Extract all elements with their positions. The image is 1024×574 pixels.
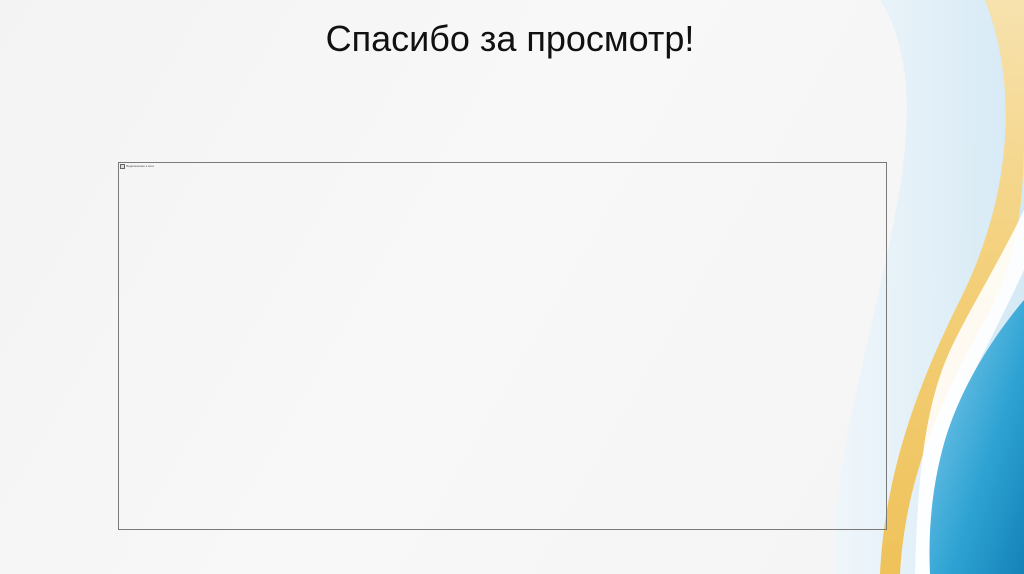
broken-image: Подключение к сети: [120, 164, 154, 169]
broken-image-alt-text: Подключение к сети: [126, 164, 155, 168]
broken-image-icon: [120, 164, 125, 169]
slide-title-text: Спасибо за просмотр!: [325, 18, 695, 59]
slide-title: Спасибо за просмотр!: [0, 18, 1024, 60]
image-placeholder-frame: Подключение к сети: [118, 162, 887, 530]
slide: Спасибо за просмотр! Подключение к сети: [0, 0, 1024, 574]
